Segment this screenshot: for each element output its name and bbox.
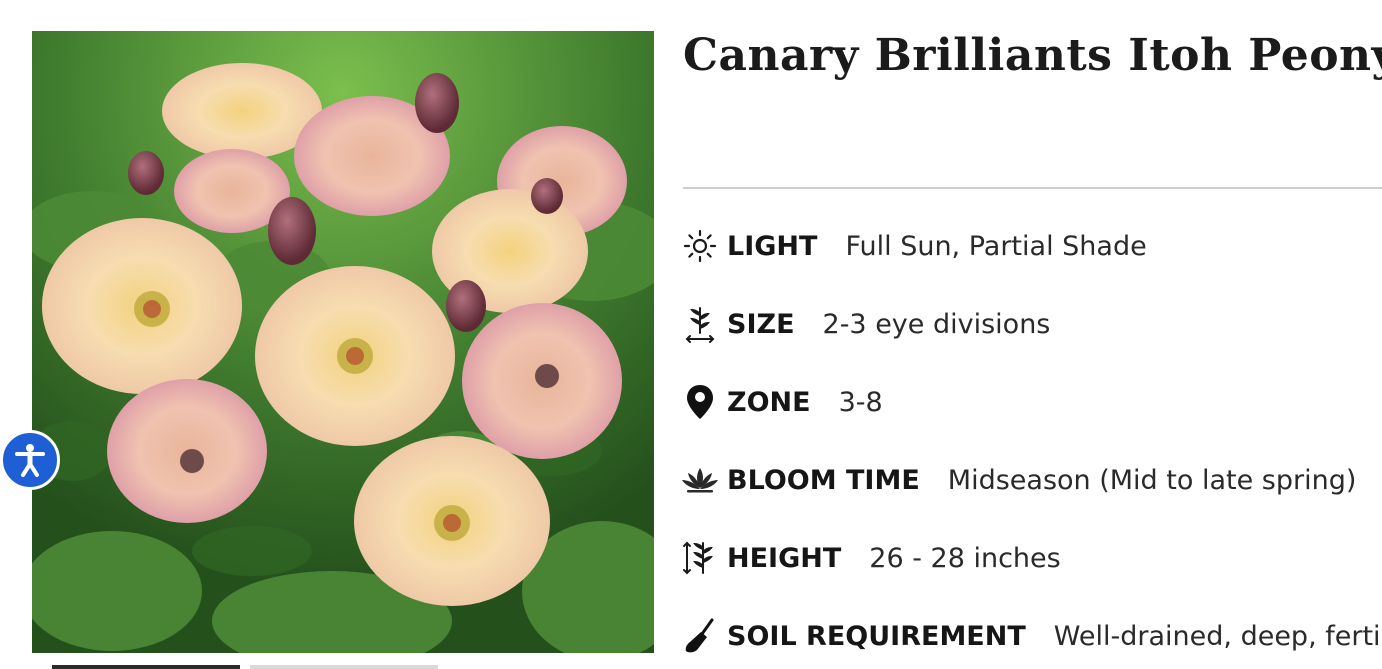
lotus-icon [681,461,719,499]
attribute-value: 2-3 eye divisions [822,308,1051,340]
attribute-size: SIZE 2-3 eye divisions [681,304,1050,344]
divider [683,187,1382,189]
attribute-value: 26 - 28 inches [869,542,1061,574]
product-title: Canary Brilliants Itoh Peony [683,30,1382,81]
attribute-soil-requirement: SOIL REQUIREMENT Well-drained, deep, fer… [681,616,1382,656]
product-image[interactable] [32,31,654,653]
attribute-height: HEIGHT 26 - 28 inches [681,538,1061,578]
sun-icon [681,227,719,265]
attribute-label: SOIL REQUIREMENT [727,620,1026,652]
attribute-value: 3-8 [838,386,883,418]
thumbnail-1[interactable] [52,665,240,669]
attribute-label: LIGHT [727,230,818,262]
attribute-value: Full Sun, Partial Shade [845,230,1147,262]
trowel-icon [681,617,719,655]
plant-height-icon [681,539,719,577]
location-pin-icon [681,383,719,421]
attribute-bloom-time: BLOOM TIME Midseason (Mid to late spring… [681,460,1356,500]
attribute-label: SIZE [727,308,795,340]
attribute-value: Well-drained, deep, fertil [1053,620,1382,652]
accessibility-icon [15,444,45,477]
attribute-light: LIGHT Full Sun, Partial Shade [681,226,1147,266]
attribute-label: HEIGHT [727,542,842,574]
image-thumbnail-strip [52,665,452,669]
attribute-value: Midseason (Mid to late spring) [947,464,1357,496]
attribute-label: ZONE [727,386,811,418]
plant-size-icon [681,305,719,343]
accessibility-button[interactable] [0,430,60,490]
attribute-label: BLOOM TIME [727,464,920,496]
thumbnail-2[interactable] [250,665,438,669]
attribute-zone: ZONE 3-8 [681,382,883,422]
peony-photo [32,31,654,653]
